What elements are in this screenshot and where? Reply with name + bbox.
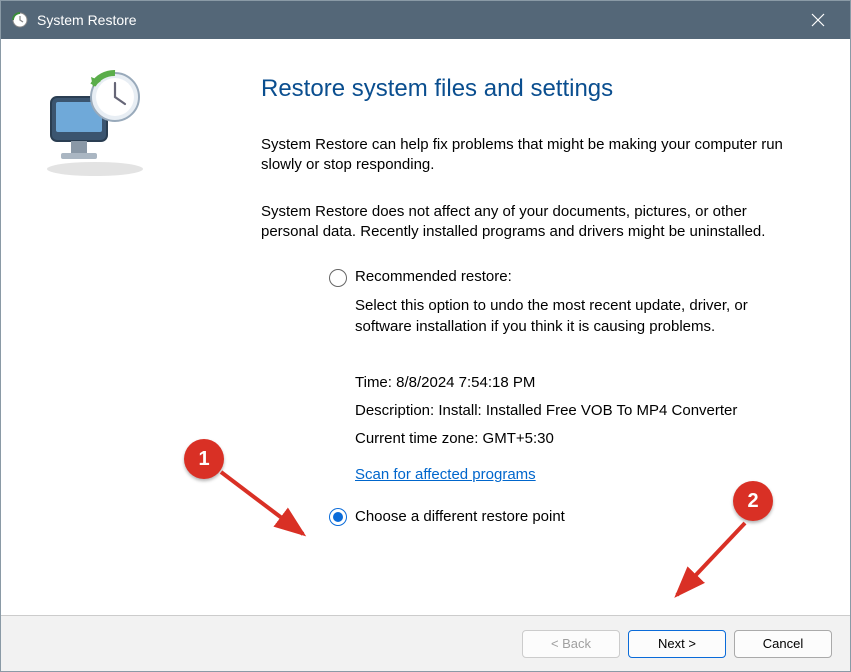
radio-icon bbox=[329, 269, 347, 287]
annotation-callout-1: 1 bbox=[184, 439, 224, 479]
close-button[interactable] bbox=[796, 5, 840, 35]
info-timezone: Current time zone: GMT+5:30 bbox=[355, 425, 800, 453]
recommended-restore-label: Recommended restore: bbox=[355, 268, 512, 285]
restore-info: Time: 8/8/2024 7:54:18 PM Description: I… bbox=[355, 369, 800, 452]
sidebar bbox=[1, 39, 201, 615]
back-button: < Back bbox=[522, 630, 620, 658]
info-time: Time: 8/8/2024 7:54:18 PM bbox=[355, 369, 800, 397]
intro-text-2: System Restore does not affect any of yo… bbox=[261, 202, 800, 243]
different-restore-option[interactable]: Choose a different restore point bbox=[329, 507, 800, 526]
scan-affected-link[interactable]: Scan for affected programs bbox=[355, 466, 536, 483]
dialog-footer: < Back Next > Cancel bbox=[1, 615, 850, 671]
annotation-callout-2: 2 bbox=[733, 481, 773, 521]
different-restore-label: Choose a different restore point bbox=[355, 508, 565, 525]
title-bar: System Restore bbox=[1, 1, 850, 39]
intro-text-1: System Restore can help fix problems tha… bbox=[261, 135, 800, 176]
window-title: System Restore bbox=[37, 12, 796, 28]
radio-icon-selected bbox=[329, 508, 347, 526]
info-description: Description: Install: Installed Free VOB… bbox=[355, 397, 800, 425]
next-button[interactable]: Next > bbox=[628, 630, 726, 658]
restore-icon bbox=[33, 67, 153, 177]
app-icon bbox=[11, 11, 29, 29]
main-content: Restore system files and settings System… bbox=[201, 39, 850, 615]
cancel-button[interactable]: Cancel bbox=[734, 630, 832, 658]
recommended-restore-option[interactable]: Recommended restore: bbox=[329, 268, 800, 287]
page-heading: Restore system files and settings bbox=[261, 75, 800, 103]
recommended-restore-desc: Select this option to undo the most rece… bbox=[355, 295, 800, 337]
dialog-body: Restore system files and settings System… bbox=[1, 39, 850, 615]
